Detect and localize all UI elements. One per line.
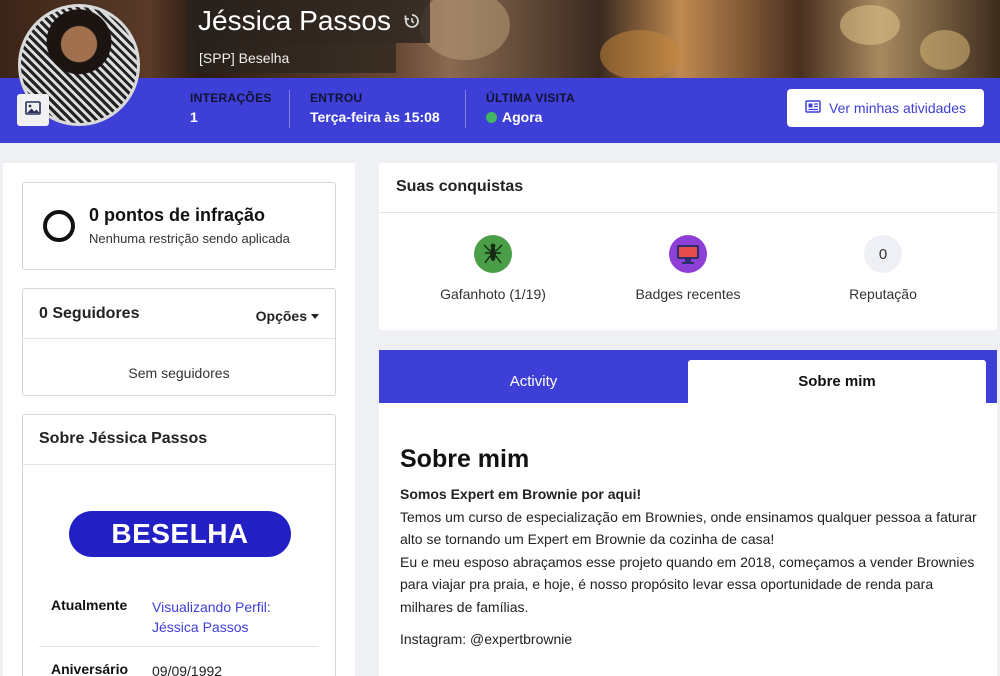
about-me-paragraph: Temos um curso de especialização em Brow… [400,508,977,548]
stat-value: Agora [502,109,543,125]
followers-card: 0 Seguidores Opções Sem seguidores [22,288,336,396]
beselha-logo: BESELHA [69,511,291,557]
stat-last-visit: ÚLTIMA VISITA Agora [486,91,575,125]
stat-value: 1 [190,109,198,125]
about-me-heading: Sobre mim [400,445,530,473]
stat-label: ÚLTIMA VISITA [486,91,576,105]
stat-label: INTERAÇÕES [190,91,272,105]
achievements-title: Suas conquistas [396,178,524,195]
user-title: [SPP] Beselha [199,50,290,66]
grasshopper-icon [474,235,512,273]
reputation-count: 0 [864,235,902,273]
instagram-handle: Instagram: @expertbrownie [400,631,573,647]
online-status-dot [486,111,497,123]
monitor-badge-icon [669,235,707,273]
followers-options-label: Opções [255,308,307,324]
profile-tab-panel: Activity Sobre mim Sobre mim Somos Exper… [379,350,997,676]
about-user-card: Sobre Jéssica Passos BESELHA Atualmente … [22,414,336,676]
about-me-paragraph: Eu e meu esposo abraçamos esse projeto q… [400,553,975,615]
infraction-card: 0 pontos de infração Nenhuma restrição s… [22,182,336,270]
info-key: Atualmente [51,597,128,613]
followers-options-dropdown[interactable]: Opções [256,308,319,324]
achievement-label: Gafanhoto (1/19) [440,286,546,302]
stat-label: ENTROU [310,91,363,105]
view-my-activities-button[interactable]: Ver minhas atividades [787,89,984,127]
activity-feed-icon [805,100,821,116]
currently-viewing-link[interactable]: Visualizando Perfil: Jéssica Passos [152,597,292,637]
achievements-card: Suas conquistas Gafanhoto (1/19) Badges … [379,163,997,330]
followers-empty-text: Sem seguidores [128,365,230,381]
tab-about-me[interactable]: Sobre mim [688,360,986,403]
infraction-subtitle: Nenhuma restrição sendo aplicada [89,231,290,246]
infraction-ring-icon [43,210,75,242]
change-avatar-button[interactable] [17,94,49,126]
achievement-reputation[interactable]: 0 Reputação [793,235,973,302]
birthday-value: 09/09/1992 [152,663,223,676]
achievement-recent-badges[interactable]: Badges recentes [598,235,778,302]
achievement-label: Badges recentes [635,286,741,302]
about-me-body: Somos Expert em Brownie por aqui! Temos … [400,483,980,618]
stat-interactions: INTERAÇÕES 1 [190,91,272,125]
about-user-title: Sobre Jéssica Passos [39,430,208,447]
cover-photo [0,0,1000,78]
achievement-grasshopper[interactable]: Gafanhoto (1/19) [403,235,583,302]
tab-activity[interactable]: Activity [379,360,688,403]
followers-title: 0 Seguidores [39,305,140,322]
info-key: Aniversário [51,661,129,676]
stat-value: Terça-feira às 15:08 [310,109,440,125]
history-icon[interactable] [404,13,420,34]
caret-down-icon [311,313,319,319]
profile-name: Jéssica Passos [198,5,391,36]
infraction-title: 0 pontos de infração [89,205,266,225]
view-my-activities-label: Ver minhas atividades [829,100,966,116]
image-icon [25,100,41,120]
stat-joined: ENTROU Terça-feira às 15:08 [310,91,440,125]
about-me-lead: Somos Expert em Brownie por aqui! [400,486,642,502]
achievement-label: Reputação [849,286,917,302]
